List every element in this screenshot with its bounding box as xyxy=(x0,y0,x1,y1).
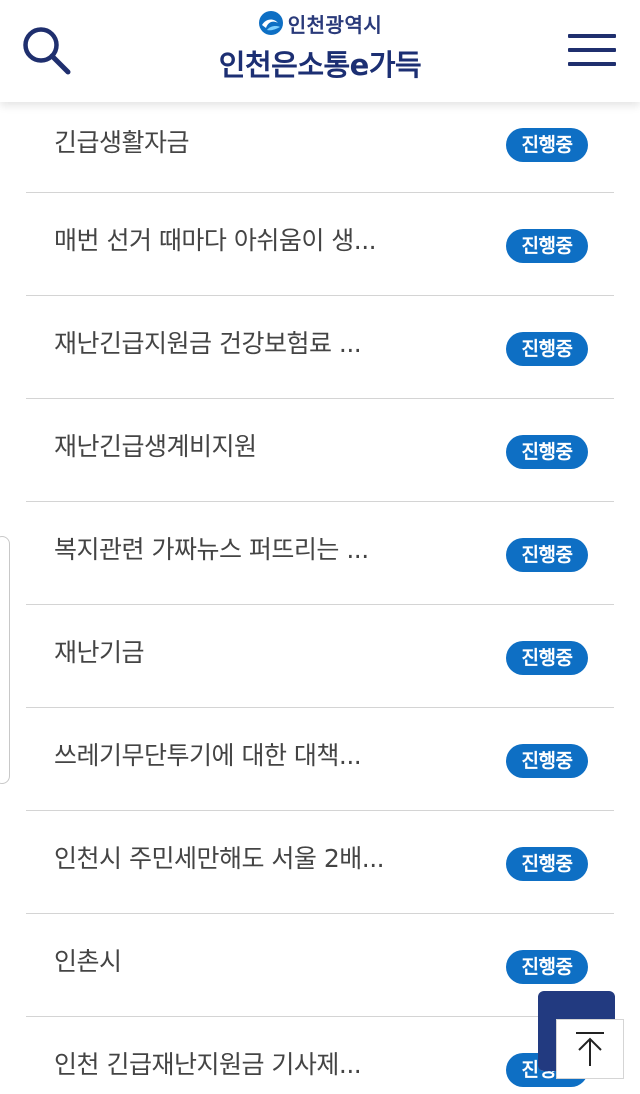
list-item[interactable]: 인천 긴급재난지원금 기사제... 진행중 xyxy=(26,1017,614,1094)
item-title: 인천시 주민세만해도 서울 2배... xyxy=(54,844,385,873)
status-badge: 진행중 xyxy=(506,950,588,984)
status-badge: 진행중 xyxy=(506,744,588,778)
page: 인천광역시 인천은소통e가득 긴급생활자금 진행중 매번 선거 때마다 아쉬움이… xyxy=(0,0,640,1094)
item-title: 재난기금 xyxy=(54,638,145,667)
site-brand[interactable]: 인천광역시 인천은소통e가득 xyxy=(190,8,450,92)
item-title: 긴급생활자금 xyxy=(54,128,190,157)
menu-button[interactable] xyxy=(566,32,618,68)
status-badge: 진행중 xyxy=(506,332,588,366)
item-title: 재난긴급지원금 건강보험료 ... xyxy=(54,329,362,358)
item-title: 쓰레기무단투기에 대한 대책... xyxy=(54,741,362,770)
list-item[interactable]: 재난긴급지원금 건강보험료 ... 진행중 xyxy=(26,296,614,399)
list-item[interactable]: 긴급생활자금 진행중 xyxy=(26,90,614,193)
search-button[interactable] xyxy=(20,24,74,78)
item-title: 복지관련 가짜뉴스 퍼뜨리는 ... xyxy=(54,535,369,564)
list-item[interactable]: 재난기금 진행중 xyxy=(26,605,614,708)
status-badge: 진행중 xyxy=(506,847,588,881)
item-title: 재난긴급생계비지원 xyxy=(54,432,257,461)
proposal-list: 긴급생활자금 진행중 매번 선거 때마다 아쉬움이 생... 진행중 재난긴급지… xyxy=(26,90,614,1094)
status-badge: 진행중 xyxy=(506,435,588,469)
incheon-logo-icon xyxy=(258,11,283,35)
city-logo: 인천광역시 xyxy=(190,8,450,38)
arrow-up-icon xyxy=(576,1032,604,1066)
list-item[interactable]: 매번 선거 때마다 아쉬움이 생... 진행중 xyxy=(26,193,614,296)
status-badge: 진행중 xyxy=(506,128,588,162)
list-item[interactable]: 쓰레기무단투기에 대한 대책... 진행중 xyxy=(26,708,614,811)
scroll-to-top-button[interactable] xyxy=(556,1019,624,1079)
side-drawer-handle[interactable] xyxy=(0,536,10,784)
list-item[interactable]: 인천시 주민세만해도 서울 2배... 진행중 xyxy=(26,811,614,914)
list-item[interactable]: 인촌시 진행중 xyxy=(26,914,614,1017)
search-icon xyxy=(23,27,71,75)
app-header: 인천광역시 인천은소통e가득 xyxy=(0,0,640,102)
list-item[interactable]: 복지관련 가짜뉴스 퍼뜨리는 ... 진행중 xyxy=(26,502,614,605)
city-name: 인천광역시 xyxy=(287,12,383,37)
list-item[interactable]: 재난긴급생계비지원 진행중 xyxy=(26,399,614,502)
status-badge: 진행중 xyxy=(506,229,588,263)
item-title: 인촌시 xyxy=(54,947,122,976)
status-badge: 진행중 xyxy=(506,538,588,572)
item-title: 인천 긴급재난지원금 기사제... xyxy=(54,1050,362,1079)
site-title: 인천은소통e가득 xyxy=(218,48,422,82)
status-badge: 진행중 xyxy=(506,641,588,675)
item-title: 매번 선거 때마다 아쉬움이 생... xyxy=(54,226,377,255)
hamburger-menu-icon xyxy=(568,34,616,66)
